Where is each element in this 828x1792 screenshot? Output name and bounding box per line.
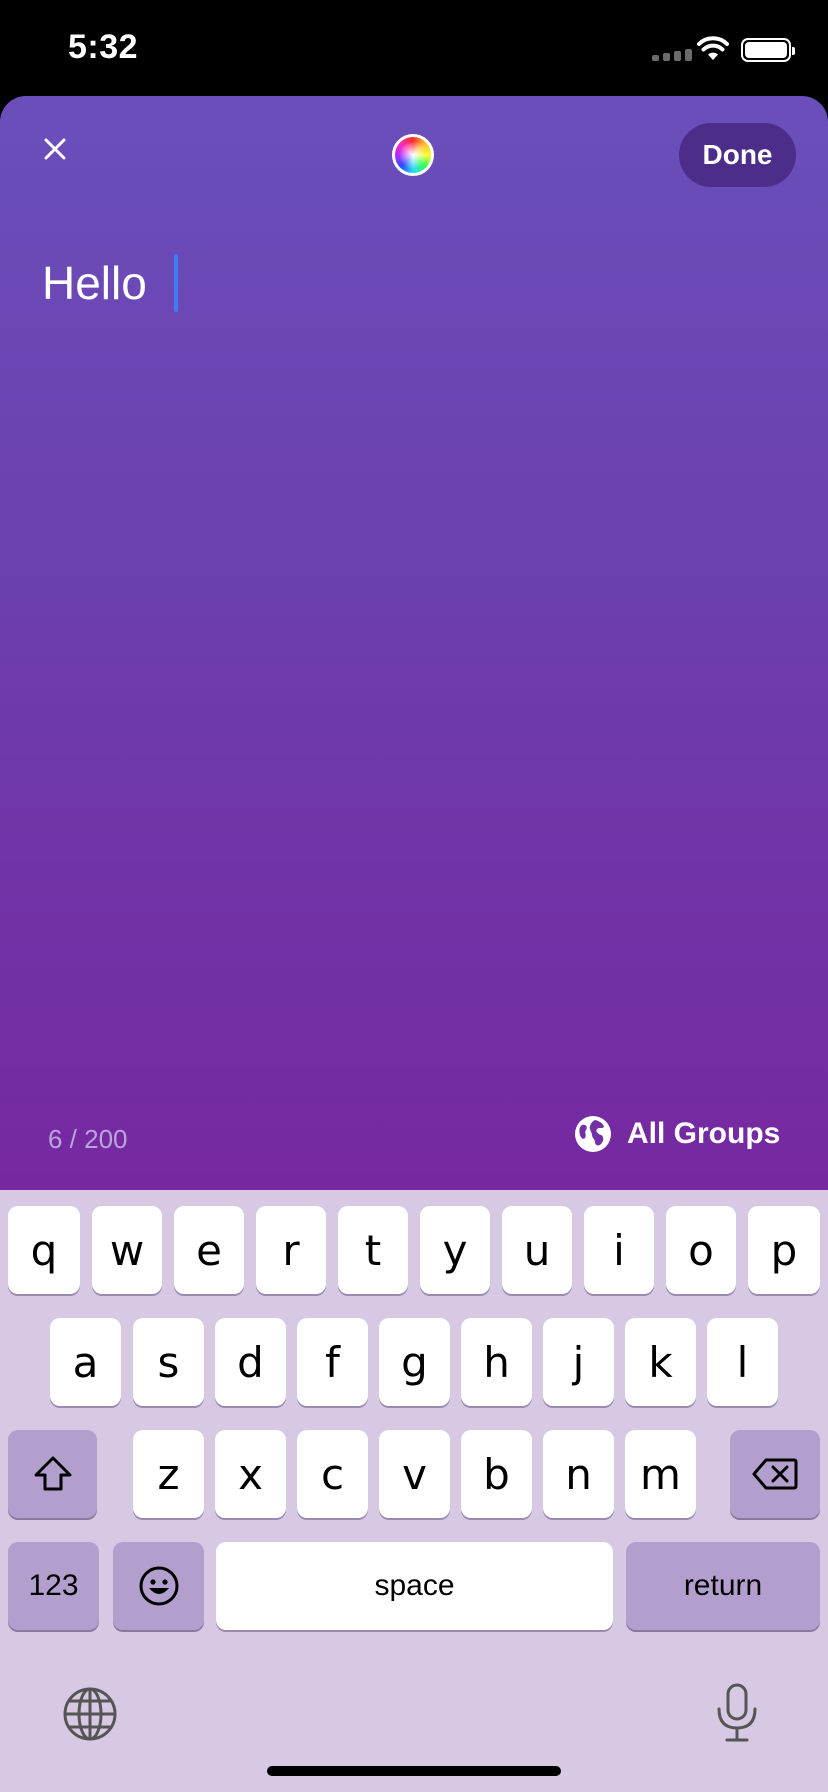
emoji-icon	[139, 1566, 178, 1606]
key-s[interactable]: s	[133, 1318, 204, 1406]
key-h[interactable]: h	[461, 1318, 532, 1406]
delete-key[interactable]	[730, 1430, 820, 1518]
shift-key[interactable]	[8, 1430, 97, 1518]
close-icon	[44, 138, 66, 160]
compose-sheet: Done Hello 6 / 200 All Groups	[0, 96, 828, 1190]
post-text-input[interactable]: Hello	[42, 254, 178, 312]
key-p[interactable]: p	[748, 1206, 820, 1294]
key-c[interactable]: c	[297, 1430, 368, 1518]
key-v[interactable]: v	[379, 1430, 450, 1518]
key-y[interactable]: y	[420, 1206, 490, 1294]
battery-icon	[741, 38, 795, 62]
globe-icon	[575, 1116, 611, 1152]
return-key[interactable]: return	[626, 1542, 820, 1630]
backspace-icon	[752, 1458, 798, 1490]
key-j[interactable]: j	[543, 1318, 614, 1406]
close-button[interactable]	[30, 124, 80, 174]
key-i[interactable]: i	[584, 1206, 654, 1294]
key-o[interactable]: o	[666, 1206, 736, 1294]
text-cursor	[173, 254, 178, 312]
key-u[interactable]: u	[502, 1206, 572, 1294]
audience-selector[interactable]: All Groups	[573, 1114, 780, 1154]
numbers-key[interactable]: 123	[8, 1542, 99, 1630]
key-a[interactable]: a	[50, 1318, 121, 1406]
key-e[interactable]: e	[174, 1206, 244, 1294]
globe-icon	[63, 1687, 117, 1741]
key-n[interactable]: n	[543, 1430, 614, 1518]
key-m[interactable]: m	[625, 1430, 696, 1518]
shift-icon	[34, 1456, 71, 1491]
keyboard-globe-button[interactable]	[62, 1686, 118, 1747]
home-indicator	[267, 1766, 561, 1776]
character-count: 6 / 200	[48, 1124, 128, 1154]
microphone-icon	[717, 1683, 757, 1742]
key-k[interactable]: k	[625, 1318, 696, 1406]
cellular-signal-icon	[652, 49, 692, 61]
key-l[interactable]: l	[707, 1318, 778, 1406]
space-key[interactable]: space	[216, 1542, 613, 1630]
done-button[interactable]: Done	[679, 123, 796, 187]
key-r[interactable]: r	[256, 1206, 326, 1294]
key-x[interactable]: x	[215, 1430, 286, 1518]
key-g[interactable]: g	[379, 1318, 450, 1406]
key-d[interactable]: d	[215, 1318, 286, 1406]
key-w[interactable]: w	[92, 1206, 162, 1294]
key-t[interactable]: t	[338, 1206, 408, 1294]
key-b[interactable]: b	[461, 1430, 532, 1518]
emoji-key[interactable]	[113, 1542, 204, 1630]
wifi-icon	[697, 36, 729, 67]
color-picker-button[interactable]	[392, 134, 434, 176]
key-z[interactable]: z	[133, 1430, 204, 1518]
key-f[interactable]: f	[297, 1318, 368, 1406]
dictation-button[interactable]	[714, 1682, 760, 1749]
status-time: 5:32	[68, 28, 139, 66]
key-q[interactable]: q	[8, 1206, 80, 1294]
audience-label: All Groups	[627, 1117, 781, 1150]
status-bar: 5:32	[0, 0, 828, 96]
post-text: Hello	[42, 257, 160, 309]
